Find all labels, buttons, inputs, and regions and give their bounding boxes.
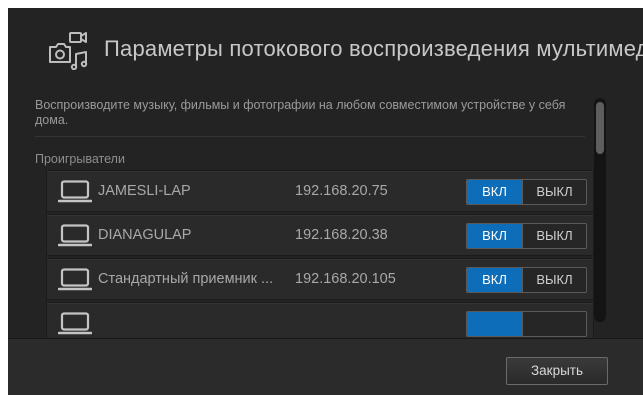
laptop-icon xyxy=(58,224,92,247)
dialog-title: Параметры потокового воспроизведения мул… xyxy=(104,36,643,61)
player-ip: 192.168.20.105 xyxy=(295,271,396,287)
players-section-label: Проигрыватели xyxy=(35,152,125,166)
close-button[interactable]: Закрыть xyxy=(506,357,608,385)
player-name: JAMESLI-LAP xyxy=(98,183,191,199)
media-streaming-icon xyxy=(49,32,88,70)
scrollbar-thumb[interactable] xyxy=(596,102,604,154)
player-row: JAMESLI-LAP 192.168.20.75 ВКЛ ВЫКЛ xyxy=(46,170,594,212)
dialog-header: Параметры потокового воспроизведения мул… xyxy=(8,8,643,88)
streaming-toggle: ВКЛ ВЫКЛ xyxy=(466,223,587,249)
laptop-icon xyxy=(58,268,92,291)
laptop-icon xyxy=(58,180,92,203)
toggle-off-button[interactable]: ВЫКЛ xyxy=(522,268,586,292)
streaming-toggle xyxy=(466,311,587,337)
toggle-on-button[interactable]: ВКЛ xyxy=(467,224,522,248)
streaming-toggle: ВКЛ ВЫКЛ xyxy=(466,267,587,293)
player-row: Стандартный приемник ... 192.168.20.105 … xyxy=(46,258,594,300)
player-name: DIANAGULAP xyxy=(98,227,192,243)
toggle-off-button[interactable] xyxy=(522,312,586,336)
toggle-off-button[interactable]: ВЫКЛ xyxy=(522,180,586,204)
toggle-on-button[interactable]: ВКЛ xyxy=(467,268,522,292)
player-name: Стандартный приемник ... xyxy=(98,271,274,287)
streaming-toggle: ВКЛ ВЫКЛ xyxy=(466,179,587,205)
divider xyxy=(35,136,585,137)
toggle-off-button[interactable]: ВЫКЛ xyxy=(522,224,586,248)
dialog-description: Воспроизводите музыку, фильмы и фотограф… xyxy=(35,98,566,127)
laptop-icon xyxy=(58,312,92,335)
dialog-footer: Закрыть xyxy=(8,338,643,395)
toggle-on-button[interactable]: ВКЛ xyxy=(467,180,522,204)
player-ip: 192.168.20.75 xyxy=(295,183,388,199)
player-row: DIANAGULAP 192.168.20.38 ВКЛ ВЫКЛ xyxy=(46,214,594,256)
media-streaming-dialog: Параметры потокового воспроизведения мул… xyxy=(8,8,643,395)
toggle-on-button[interactable] xyxy=(467,312,522,336)
player-ip: 192.168.20.38 xyxy=(295,227,388,243)
scrollbar[interactable] xyxy=(594,98,606,322)
